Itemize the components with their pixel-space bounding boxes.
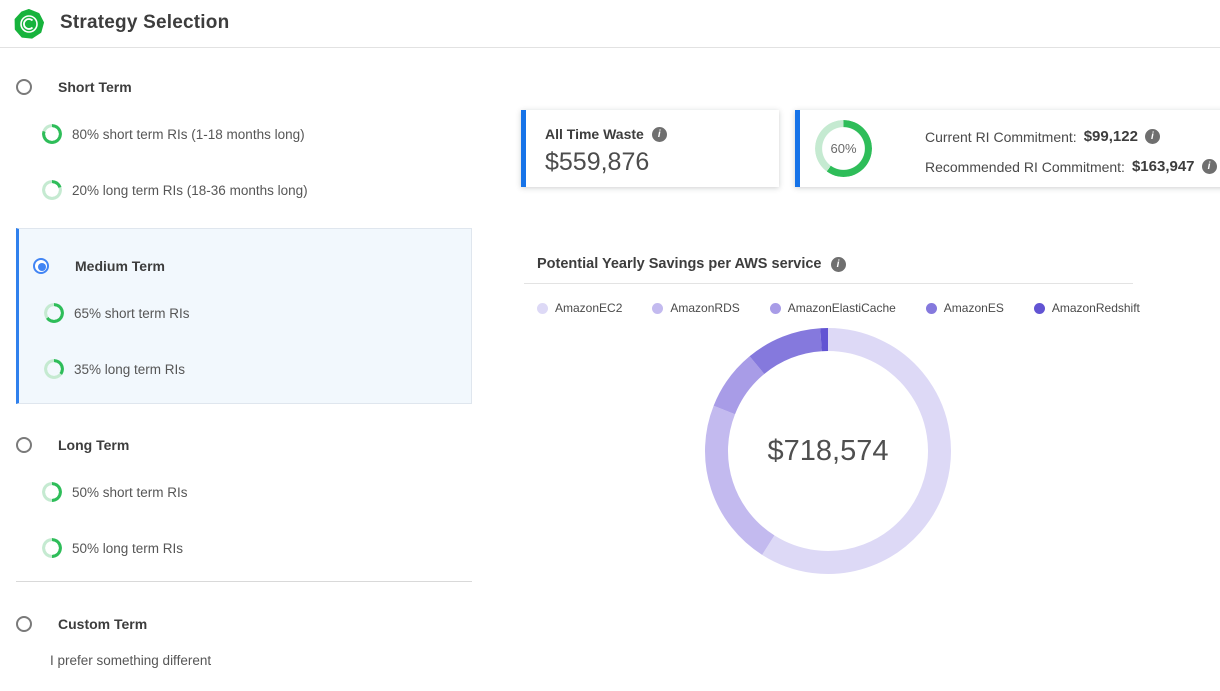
legend-label: AmazonRDS: [670, 301, 739, 315]
radio-medium-term[interactable]: [33, 258, 49, 274]
progress-ring-icon: [42, 180, 62, 200]
app-header: Strategy Selection: [0, 0, 1220, 48]
progress-ring-icon: [42, 538, 62, 558]
legend-item-amazonelasticache[interactable]: AmazonElastiCache: [770, 301, 896, 315]
legend-item-amazones[interactable]: AmazonES: [926, 301, 1004, 315]
legend-item-amazonrds[interactable]: AmazonRDS: [652, 301, 739, 315]
medium-term-option-1: 65% short term RIs: [44, 303, 190, 323]
page-title: Strategy Selection: [60, 12, 229, 34]
all-time-waste-card: All Time Waste i $559,876: [521, 110, 779, 187]
current-commitment-value: $99,122: [1084, 128, 1138, 145]
progress-ring-icon: [44, 359, 64, 379]
strategy-medium-term[interactable]: Medium Term: [33, 258, 165, 274]
medium-term-option-2: 35% long term RIs: [44, 359, 185, 379]
info-icon[interactable]: i: [1202, 159, 1217, 174]
long-term-option-2: 50% long term RIs: [42, 538, 183, 558]
donut-center-total: $718,574: [704, 327, 952, 575]
info-icon[interactable]: i: [652, 127, 667, 142]
option-text: 50% short term RIs: [72, 485, 188, 500]
custom-term-description: I prefer something different: [50, 653, 211, 668]
legend-dot-icon: [770, 303, 781, 314]
option-text: 35% long term RIs: [74, 362, 185, 377]
strategy-long-term[interactable]: Long Term: [16, 437, 129, 453]
legend-label: AmazonEC2: [555, 301, 622, 315]
info-icon[interactable]: i: [831, 257, 846, 272]
option-text: 65% short term RIs: [74, 306, 190, 321]
legend-dot-icon: [652, 303, 663, 314]
legend-dot-icon: [1034, 303, 1045, 314]
option-text: 80% short term RIs (1-18 months long): [72, 127, 305, 142]
legend-label: AmazonElastiCache: [788, 301, 896, 315]
radio-short-term[interactable]: [16, 79, 32, 95]
legend-dot-icon: [926, 303, 937, 314]
current-commitment-row: Current RI Commitment: $99,122 i: [925, 128, 1160, 145]
brand-logo-icon: [14, 9, 44, 39]
chart-title: Potential Yearly Savings per AWS service: [537, 256, 822, 272]
section-divider: [16, 581, 472, 582]
option-text: 20% long term RIs (18-36 months long): [72, 183, 308, 198]
progress-ring-icon: [42, 482, 62, 502]
waste-card-label: All Time Waste: [545, 126, 644, 142]
recommended-commitment-row: Recommended RI Commitment: $163,947 i: [925, 158, 1217, 175]
legend-item-amazonec2[interactable]: AmazonEC2: [537, 301, 622, 315]
strategy-selection-page: Strategy Selection Short Term 80% short …: [0, 0, 1220, 691]
strategy-custom-term[interactable]: Custom Term: [16, 616, 147, 632]
recommended-commitment-label: Recommended RI Commitment:: [925, 159, 1125, 175]
ri-commitment-card: 60% Current RI Commitment: $99,122 i Rec…: [795, 110, 1220, 187]
radio-custom-term[interactable]: [16, 616, 32, 632]
legend-item-amazonredshift[interactable]: AmazonRedshift: [1034, 301, 1140, 315]
legend-dot-icon: [537, 303, 548, 314]
progress-ring-icon: [42, 124, 62, 144]
long-term-option-1: 50% short term RIs: [42, 482, 188, 502]
legend-label: AmazonES: [944, 301, 1004, 315]
strategy-label: Long Term: [58, 437, 129, 453]
recommended-commitment-value: $163,947: [1132, 158, 1195, 175]
progress-ring-icon: [44, 303, 64, 323]
strategy-label: Short Term: [58, 79, 132, 95]
chart-legend: AmazonEC2 AmazonRDS AmazonElastiCache Am…: [537, 301, 1140, 315]
legend-label: AmazonRedshift: [1052, 301, 1140, 315]
waste-card-value: $559,876: [545, 148, 649, 177]
info-icon[interactable]: i: [1145, 129, 1160, 144]
savings-chart-card: Potential Yearly Savings per AWS service…: [524, 245, 1133, 691]
strategy-short-term[interactable]: Short Term: [16, 79, 132, 95]
savings-donut-chart[interactable]: $718,574: [704, 327, 952, 575]
strategy-label: Medium Term: [75, 258, 165, 274]
short-term-option-2: 20% long term RIs (18-36 months long): [42, 180, 308, 200]
current-commitment-label: Current RI Commitment:: [925, 129, 1077, 145]
gauge-percent-label: 60%: [815, 120, 872, 177]
radio-long-term[interactable]: [16, 437, 32, 453]
strategy-label: Custom Term: [58, 616, 147, 632]
option-text: 50% long term RIs: [72, 541, 183, 556]
chart-divider: [524, 283, 1133, 284]
short-term-option-1: 80% short term RIs (1-18 months long): [42, 124, 305, 144]
